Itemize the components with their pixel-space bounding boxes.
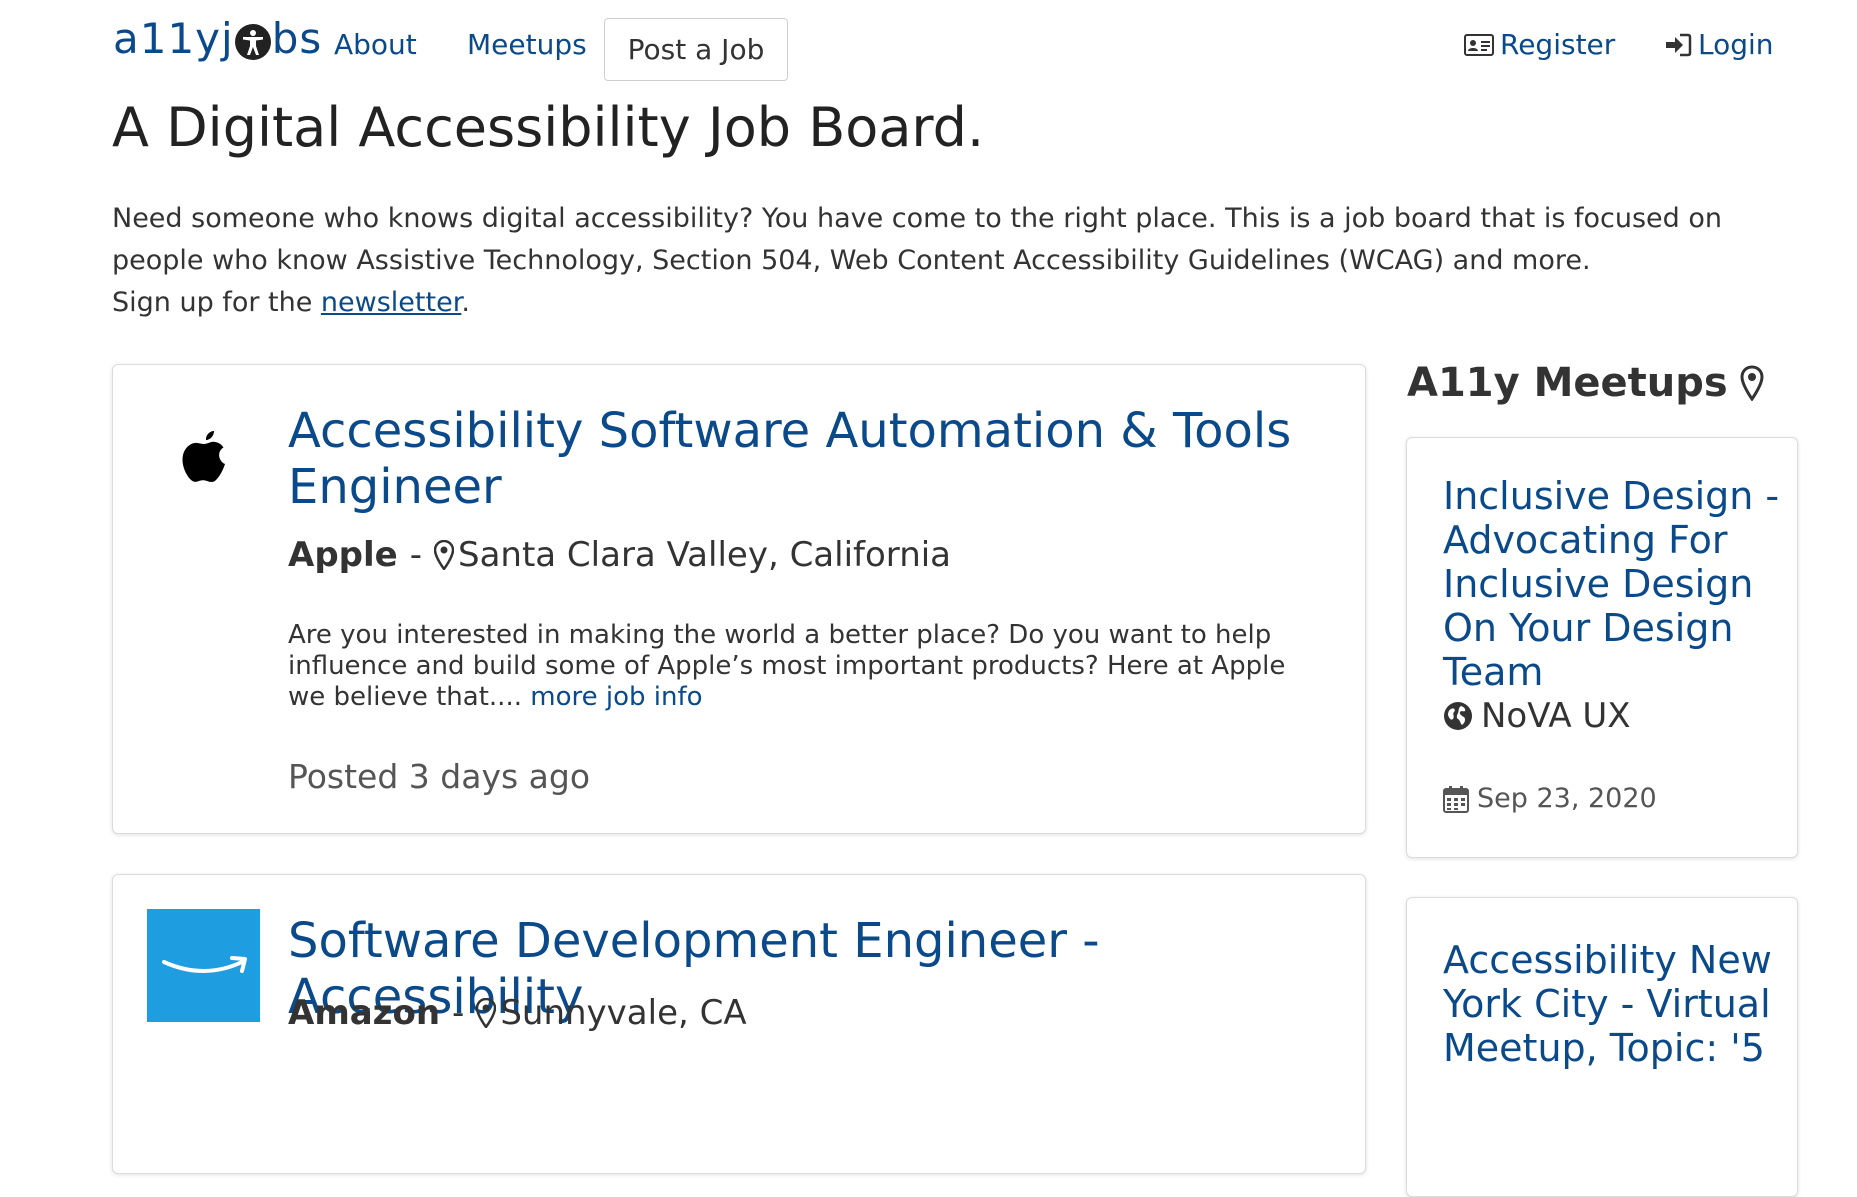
meetup-card: Accessibility New York City - Virtual Me… [1406, 897, 1798, 1197]
signup-suffix: . [461, 287, 470, 318]
amazon-logo-icon [147, 909, 260, 1022]
job-title-text[interactable]: Accessibility Software Automation & Tool… [288, 403, 1291, 515]
job-location: Sunnyvale, CA [500, 993, 747, 1033]
job-card: Software Development Engineer - Accessib… [112, 874, 1366, 1174]
meetup-title-text[interactable]: Accessibility New York City - Virtual Me… [1443, 938, 1772, 1070]
meetup-title-link[interactable]: Inclusive Design - Advocating For Inclus… [1443, 474, 1783, 694]
login-link[interactable]: Login [1664, 28, 1774, 61]
newsletter-link[interactable]: newsletter [321, 287, 461, 318]
job-title-link[interactable]: Accessibility Software Automation & Tool… [288, 403, 1338, 515]
accessibility-person-icon [234, 24, 271, 60]
meetup-title-text[interactable]: Inclusive Design - Advocating For Inclus… [1443, 474, 1779, 694]
meetup-card: Inclusive Design - Advocating For Inclus… [1406, 437, 1798, 858]
post-job-button[interactable]: Post a Job [604, 18, 788, 81]
company-name: Amazon [288, 993, 441, 1033]
company-name: Apple [288, 535, 398, 575]
nav-about-link[interactable]: About [334, 28, 417, 61]
job-card: Accessibility Software Automation & Tool… [112, 364, 1366, 834]
map-marker-icon [433, 540, 454, 570]
meetup-date-text: Sep 23, 2020 [1477, 783, 1657, 814]
register-link[interactable]: Register [1464, 28, 1615, 61]
register-label: Register [1500, 28, 1616, 61]
sign-in-icon [1666, 33, 1692, 56]
page-title: A Digital Accessibility Job Board. [112, 96, 985, 159]
more-job-info-link[interactable]: more job info [530, 682, 702, 712]
separator: - [452, 993, 465, 1033]
job-location: Santa Clara Valley, California [457, 535, 952, 575]
job-company-location: Apple - Santa Clara Valley, California [288, 535, 951, 575]
job-company-location: Amazon - Sunnyvale, CA [288, 993, 747, 1033]
separator: - [409, 535, 422, 575]
intro-paragraph: Need someone who knows digital accessibi… [112, 198, 1772, 324]
login-label: Login [1698, 28, 1774, 61]
map-marker-icon [1740, 365, 1764, 401]
meetup-organizer-name: NoVA UX [1481, 696, 1631, 736]
id-card-icon [1464, 33, 1494, 56]
meetup-date: Sep 23, 2020 [1443, 783, 1657, 814]
calendar-icon [1443, 785, 1469, 813]
logo-text-right: bs [271, 14, 323, 63]
meetups-heading: A11y Meetups [1407, 360, 1764, 406]
logo-text-left: a11yj [113, 14, 234, 63]
nav-meetups-link[interactable]: Meetups [467, 28, 587, 61]
signup-prefix: Sign up for the [112, 287, 321, 318]
meetup-title-link[interactable]: Accessibility New York City - Virtual Me… [1443, 938, 1783, 1070]
map-marker-icon [476, 998, 497, 1028]
job-posted-date: Posted 3 days ago [288, 757, 591, 796]
globe-icon [1444, 702, 1472, 730]
intro-text: Need someone who knows digital accessibi… [112, 203, 1722, 276]
meetups-heading-text: A11y Meetups [1407, 360, 1728, 406]
top-navigation: a11yj bs About Meetups Post a Job Regist… [0, 0, 1857, 90]
apple-logo-icon [147, 399, 260, 512]
meetup-organizer: NoVA UX [1443, 696, 1631, 736]
job-description: Are you interested in making the world a… [288, 620, 1318, 713]
job-description-text: Are you interested in making the world a… [288, 620, 1286, 712]
site-logo[interactable]: a11yj bs [113, 18, 322, 60]
